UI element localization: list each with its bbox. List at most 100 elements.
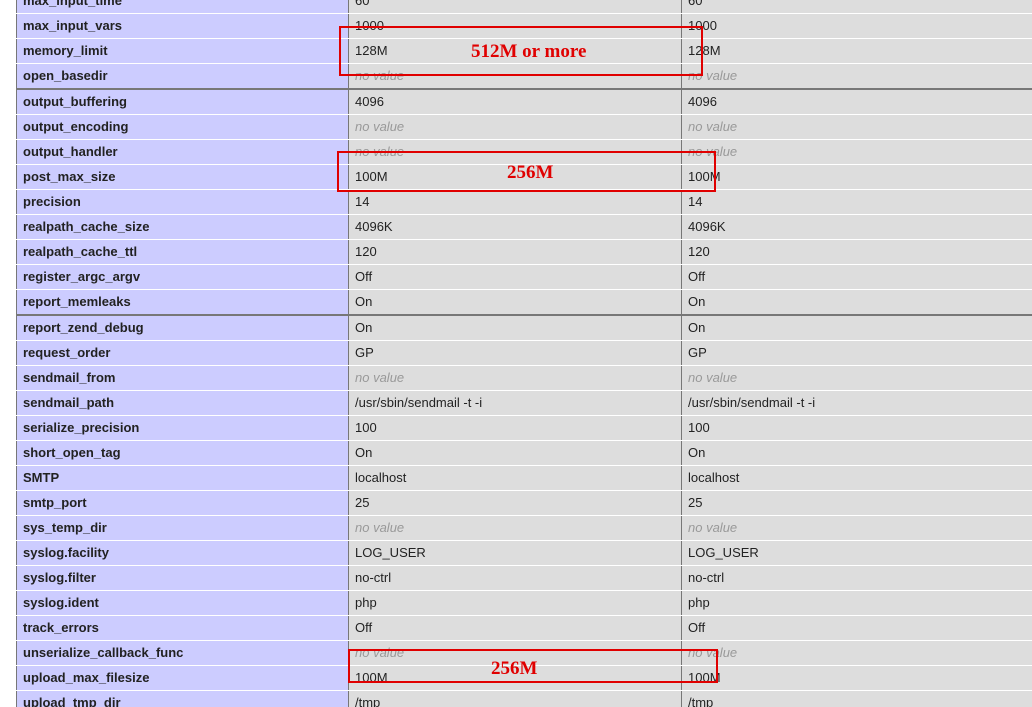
- directive-name: precision: [16, 189, 349, 215]
- master-value: 100: [681, 415, 1032, 441]
- local-value: 100: [348, 415, 682, 441]
- master-value: LOG_USER: [681, 540, 1032, 566]
- master-value: Off: [681, 264, 1032, 290]
- directive-row: report_zend_debug On On: [16, 314, 1032, 341]
- local-value: localhost: [348, 465, 682, 491]
- master-value: /tmp: [681, 690, 1032, 707]
- directive-row: sendmail_path/usr/sbin/sendmail -t -i/us…: [16, 390, 1032, 416]
- directive-name: realpath_cache_size: [16, 214, 349, 240]
- directives-table-body: max_input_time 60 60 max_input_vars 1000 1000…: [16, 0, 1032, 707]
- local-value: On: [348, 289, 682, 316]
- directive-name: upload_tmp_dir: [16, 690, 349, 707]
- master-value: 128M: [681, 38, 1032, 64]
- directive-row: sendmail_from no value no value: [16, 365, 1032, 391]
- directive-name: report_memleaks: [16, 289, 349, 316]
- directive-row: syslog.filter no-ctrl no-ctrl: [16, 565, 1032, 591]
- directive-name: register_argc_argv: [16, 264, 349, 290]
- directive-name: max_input_vars: [16, 13, 349, 39]
- annotation-label-upload-max-filesize: 256M: [491, 658, 538, 679]
- directive-name: sendmail_from: [16, 365, 349, 391]
- master-value: On: [681, 289, 1032, 316]
- local-value: /tmp: [348, 690, 682, 707]
- directive-row: syslog.ident php php: [16, 590, 1032, 616]
- directive-name: upload_max_filesize: [16, 665, 349, 691]
- directive-row: smtp_port 25 25: [16, 490, 1032, 516]
- directive-name: serialize_precision: [16, 415, 349, 441]
- master-value: no value: [681, 139, 1032, 165]
- master-value: 14: [681, 189, 1032, 215]
- local-value: Off: [348, 615, 682, 641]
- directive-row: max_input_time 60 60: [16, 0, 1032, 14]
- directive-row: upload_tmp_dir/tmp/tmp: [16, 690, 1032, 707]
- master-value: no value: [681, 63, 1032, 90]
- master-value: GP: [681, 340, 1032, 366]
- directive-name: max_input_time: [16, 0, 349, 14]
- local-value: 4096K: [348, 214, 682, 240]
- directive-name: syslog.filter: [16, 565, 349, 591]
- directive-row: serialize_precision 100 100: [16, 415, 1032, 441]
- directive-row: precision 14 14: [16, 189, 1032, 215]
- master-value: 4096K: [681, 214, 1032, 240]
- local-value: 60: [348, 0, 682, 14]
- directive-name: output_encoding: [16, 114, 349, 140]
- directive-name: SMTP: [16, 465, 349, 491]
- local-value: Off: [348, 264, 682, 290]
- local-value: 25: [348, 490, 682, 516]
- local-value: LOG_USER: [348, 540, 682, 566]
- directive-name: smtp_port: [16, 490, 349, 516]
- master-value: /usr/sbin/sendmail -t -i: [681, 390, 1032, 416]
- directive-row: register_argc_argv Off Off: [16, 264, 1032, 290]
- master-value: 25: [681, 490, 1032, 516]
- directive-name: track_errors: [16, 615, 349, 641]
- local-value: /usr/sbin/sendmail -t -i: [348, 390, 682, 416]
- directive-name: memory_limit: [16, 38, 349, 64]
- directives-table: max_input_time 60 60 max_input_vars 1000 1000…: [16, 0, 1032, 707]
- directive-name: output_handler: [16, 139, 349, 165]
- master-value: On: [681, 440, 1032, 466]
- master-value: On: [681, 314, 1032, 341]
- master-value: Off: [681, 615, 1032, 641]
- master-value: no value: [681, 114, 1032, 140]
- local-value: php: [348, 590, 682, 616]
- directive-row: syslog.facility LOG_USER LOG_USER: [16, 540, 1032, 566]
- directive-row: request_order GP GP: [16, 340, 1032, 366]
- directive-row: output_buffering 4096 4096: [16, 88, 1032, 115]
- directive-name: syslog.ident: [16, 590, 349, 616]
- directive-name: open_basedir: [16, 63, 349, 90]
- directive-row: realpath_cache_ttl 120 120: [16, 239, 1032, 265]
- directive-name: report_zend_debug: [16, 314, 349, 341]
- master-value: php: [681, 590, 1032, 616]
- local-value: 120: [348, 239, 682, 265]
- directive-name: sys_temp_dir: [16, 515, 349, 541]
- directive-name: short_open_tag: [16, 440, 349, 466]
- local-value: no value: [348, 515, 682, 541]
- directive-name: unserialize_callback_func: [16, 640, 349, 666]
- directive-row: report_memleaks On On: [16, 289, 1032, 316]
- annotation-label-post-max-size: 256M: [507, 162, 554, 183]
- local-value: On: [348, 314, 682, 341]
- directive-name: output_buffering: [16, 88, 349, 115]
- directive-row: short_open_tag On On: [16, 440, 1032, 466]
- master-value: 100M: [681, 164, 1032, 190]
- local-value: 14: [348, 189, 682, 215]
- directive-row: track_errors Off Off: [16, 615, 1032, 641]
- directive-row: output_encoding no value no value: [16, 114, 1032, 140]
- master-value: no-ctrl: [681, 565, 1032, 591]
- local-value: GP: [348, 340, 682, 366]
- directive-row: sys_temp_dir no value no value: [16, 515, 1032, 541]
- master-value: no value: [681, 365, 1032, 391]
- directive-row: realpath_cache_size 4096K 4096K: [16, 214, 1032, 240]
- master-value: no value: [681, 515, 1032, 541]
- local-value: On: [348, 440, 682, 466]
- phpinfo-core-directives: max_input_time 60 60 max_input_vars 1000 1000…: [0, 0, 1032, 707]
- local-value: 4096: [348, 88, 682, 115]
- master-value: localhost: [681, 465, 1032, 491]
- master-value: no value: [681, 640, 1032, 666]
- directive-row: SMTP localhost localhost: [16, 465, 1032, 491]
- annotation-label-memory-limit: 512M or more: [471, 41, 587, 62]
- directive-name: post_max_size: [16, 164, 349, 190]
- directive-name: sendmail_path: [16, 390, 349, 416]
- directive-name: request_order: [16, 340, 349, 366]
- master-value: 100M: [681, 665, 1032, 691]
- master-value: 60: [681, 0, 1032, 14]
